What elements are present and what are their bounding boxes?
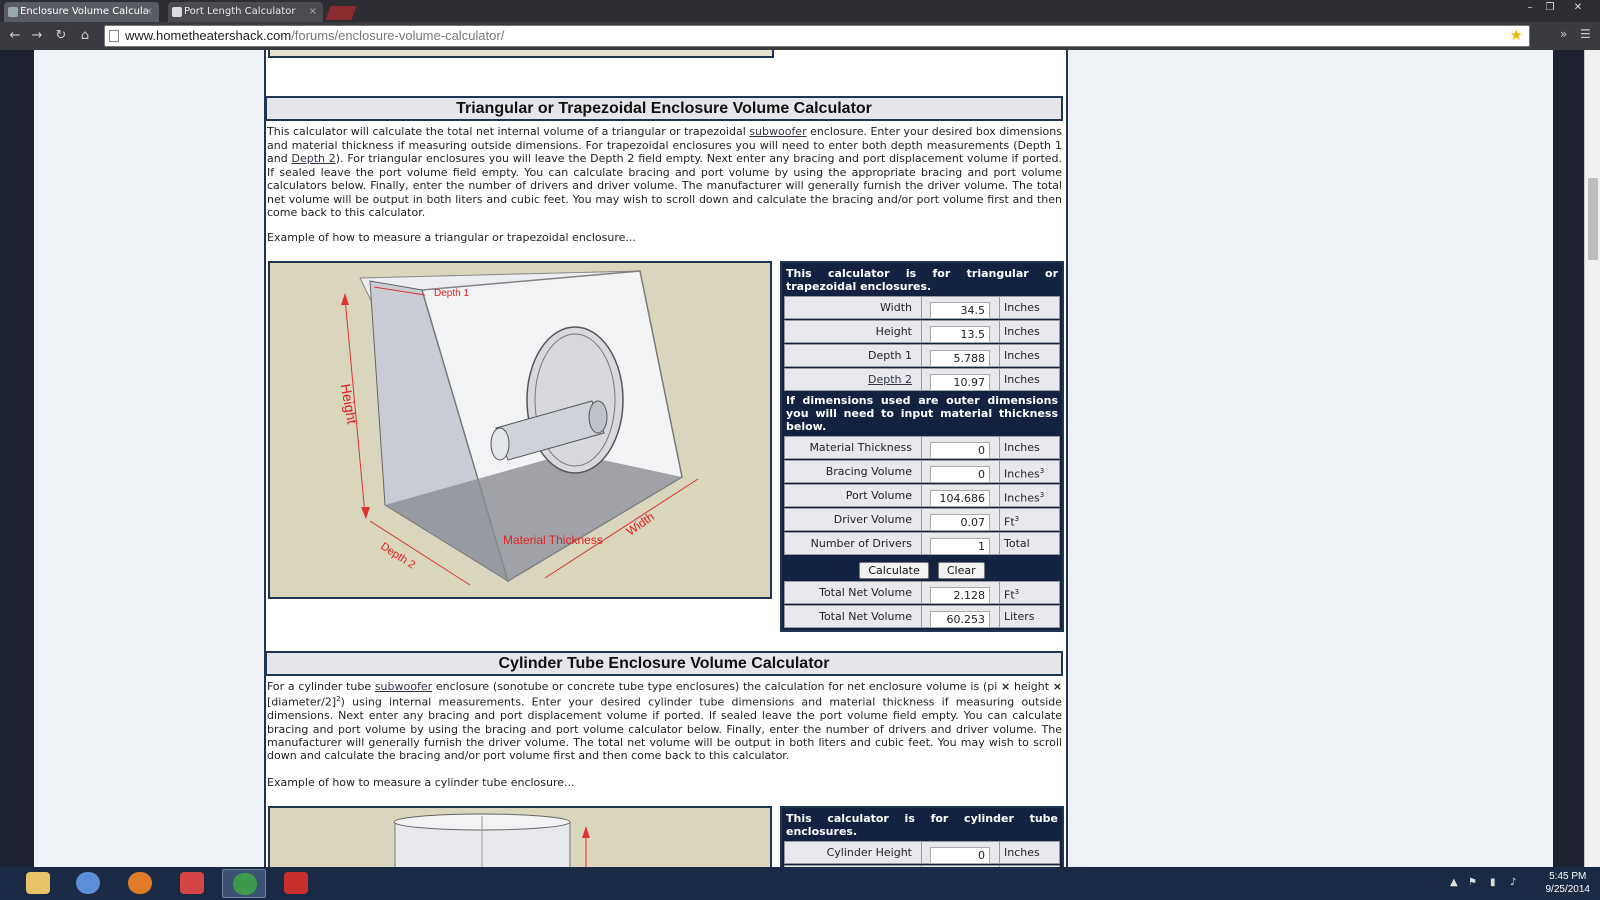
cylinder-calculator-header: This calculator is for cylinder tube enc… xyxy=(786,812,1058,838)
material-thickness-input[interactable] xyxy=(930,442,990,459)
itunes-taskbar-button[interactable] xyxy=(66,869,110,898)
close-tab-icon[interactable]: × xyxy=(145,2,153,22)
button-row: Calculate Clear xyxy=(782,556,1062,580)
cylinder-calculator: This calculator is for cylinder tube enc… xyxy=(780,806,1064,867)
depth1-row: Depth 1 Inches xyxy=(784,344,1060,367)
section-title-cylinder: Cylinder Tube Enclosure Volume Calculato… xyxy=(265,651,1063,676)
port-volume-input[interactable] xyxy=(930,490,990,507)
browser-toolbar: ← → ↻ ⌂ www.hometheatershack.com/forums/… xyxy=(0,22,1600,50)
material-thickness-label: Material Thickness xyxy=(503,533,603,547)
outer-dimensions-note: If dimensions used are outer dimensions … xyxy=(786,394,1058,433)
depth2-row: Depth 2 Inches xyxy=(784,368,1060,391)
example-caption: Example of how to measure a triangular o… xyxy=(267,231,636,244)
scrollbar-thumb[interactable] xyxy=(1588,178,1598,260)
menu-icon[interactable]: ☰ xyxy=(1580,27,1591,41)
cylinder-example-caption: Example of how to measure a cylinder tub… xyxy=(267,776,575,789)
port-row: Port Volume Inches3 xyxy=(784,484,1060,507)
tab-enclosure-volume[interactable]: Enclosure Volume Calcula × xyxy=(4,2,159,22)
previous-section-box xyxy=(268,50,774,58)
cylinder-diagram xyxy=(268,806,772,867)
forward-arrow-icon[interactable]: → xyxy=(28,27,46,45)
folder-icon xyxy=(26,872,50,894)
height-input[interactable] xyxy=(930,326,990,343)
volume-icon[interactable]: ♪ xyxy=(1510,877,1516,888)
close-window-button[interactable]: ✕ xyxy=(1568,0,1588,16)
minimize-button[interactable]: – xyxy=(1520,0,1540,16)
extension-icon[interactable]: » xyxy=(1560,27,1567,41)
system-clock[interactable]: 5:45 PM 9/25/2014 xyxy=(1546,870,1591,896)
itunes-icon xyxy=(76,872,100,894)
apps-taskbar-button[interactable] xyxy=(170,869,214,898)
depth1-input[interactable] xyxy=(930,350,990,367)
reload-icon[interactable]: ↻ xyxy=(52,27,70,45)
sketchup-taskbar-button[interactable] xyxy=(274,869,318,898)
apps-grid-icon xyxy=(180,872,204,894)
url-host: www.hometheatershack.com xyxy=(125,28,292,43)
subwoofer-link-2[interactable]: subwoofer xyxy=(375,680,432,693)
vertical-scrollbar[interactable] xyxy=(1584,50,1600,867)
drivers-row: Number of Drivers Total xyxy=(784,532,1060,555)
width-diagram-label: Width xyxy=(624,509,657,538)
sketchup-icon xyxy=(284,872,308,894)
new-tab-button[interactable] xyxy=(325,6,357,20)
cylinder-description: For a cylinder tube subwoofer enclosure … xyxy=(267,680,1063,763)
height-row: Height Inches xyxy=(784,320,1060,343)
page-icon xyxy=(109,30,119,42)
total-liters-row: Total Net Volume Liters xyxy=(784,605,1060,628)
explorer-taskbar-button[interactable] xyxy=(16,869,60,898)
bracing-row: Bracing Volume Inches3 xyxy=(784,460,1060,483)
url-path: /forums/enclosure-volume-calculator/ xyxy=(291,28,505,43)
close-tab-icon[interactable]: × xyxy=(309,2,317,22)
chrome-icon xyxy=(233,873,257,895)
trapezoid-diagram: Depth 1 Height Depth 2 Material Thicknes… xyxy=(268,261,772,599)
cylinder-height-input[interactable] xyxy=(930,847,990,864)
calculator-header: This calculator is for triangular or tra… xyxy=(786,267,1058,293)
home-icon[interactable]: ⌂ xyxy=(76,27,94,45)
trapezoid-calculator: This calculator is for triangular or tra… xyxy=(780,261,1064,632)
tab-label: Enclosure Volume Calcula xyxy=(20,6,149,17)
chrome-taskbar-button[interactable] xyxy=(222,869,266,898)
site-favicon-icon xyxy=(8,7,18,17)
depth2-input[interactable] xyxy=(930,374,990,391)
material-row: Material Thickness Inches xyxy=(784,436,1060,459)
page-icon xyxy=(172,7,182,17)
clock-time: 5:45 PM xyxy=(1549,871,1587,882)
tab-port-length[interactable]: Port Length Calculator × xyxy=(168,2,323,22)
clear-button[interactable]: Clear xyxy=(937,562,985,579)
depth1-label: Depth 1 xyxy=(434,288,469,299)
section-title-trapezoidal: Triangular or Trapezoidal Enclosure Volu… xyxy=(265,96,1063,121)
total-ft-row: Total Net Volume Ft3 xyxy=(784,581,1060,604)
depth2-label-link[interactable]: Depth 2 xyxy=(868,373,912,386)
total-net-volume-ft-output[interactable] xyxy=(930,587,990,604)
depth2-diagram-label: Depth 2 xyxy=(378,540,417,571)
back-arrow-icon[interactable]: ← xyxy=(6,27,24,45)
show-hidden-icons-icon[interactable]: ▲ xyxy=(1450,877,1458,888)
network-icon[interactable]: ▮ xyxy=(1490,877,1496,888)
driver-row: Driver Volume Ft3 xyxy=(784,508,1060,531)
restore-button[interactable]: ❐ xyxy=(1540,0,1560,16)
bookmark-star-icon[interactable]: ★ xyxy=(1510,26,1523,46)
depth2-link[interactable]: Depth 2 xyxy=(291,152,335,165)
firefox-taskbar-button[interactable] xyxy=(118,869,162,898)
driver-volume-input[interactable] xyxy=(930,514,990,531)
subwoofer-link[interactable]: subwoofer xyxy=(749,125,806,138)
height-label: Height xyxy=(338,383,361,426)
page-viewport: Triangular or Trapezoidal Enclosure Volu… xyxy=(0,50,1600,867)
total-net-volume-liters-output[interactable] xyxy=(930,611,990,628)
width-row: Width Inches xyxy=(784,296,1060,319)
calculate-button[interactable]: Calculate xyxy=(859,562,929,579)
windows-taskbar: ▲ ⚑ ▮ ♪ 5:45 PM 9/25/2014 xyxy=(0,867,1600,900)
cylinder-height-row: Cylinder Height Inches xyxy=(784,841,1060,864)
browser-tab-strip: Enclosure Volume Calcula × Port Length C… xyxy=(0,0,1600,22)
action-center-flag-icon[interactable]: ⚑ xyxy=(1468,877,1477,888)
firefox-icon xyxy=(128,872,152,894)
bracing-volume-input[interactable] xyxy=(930,466,990,483)
tab-label: Port Length Calculator xyxy=(184,6,296,17)
width-input[interactable] xyxy=(930,302,990,319)
address-bar[interactable]: www.hometheatershack.com/forums/enclosur… xyxy=(104,25,1530,47)
section-description: This calculator will calculate the total… xyxy=(267,125,1063,219)
number-of-drivers-input[interactable] xyxy=(930,538,990,555)
clock-date: 9/25/2014 xyxy=(1545,884,1591,895)
